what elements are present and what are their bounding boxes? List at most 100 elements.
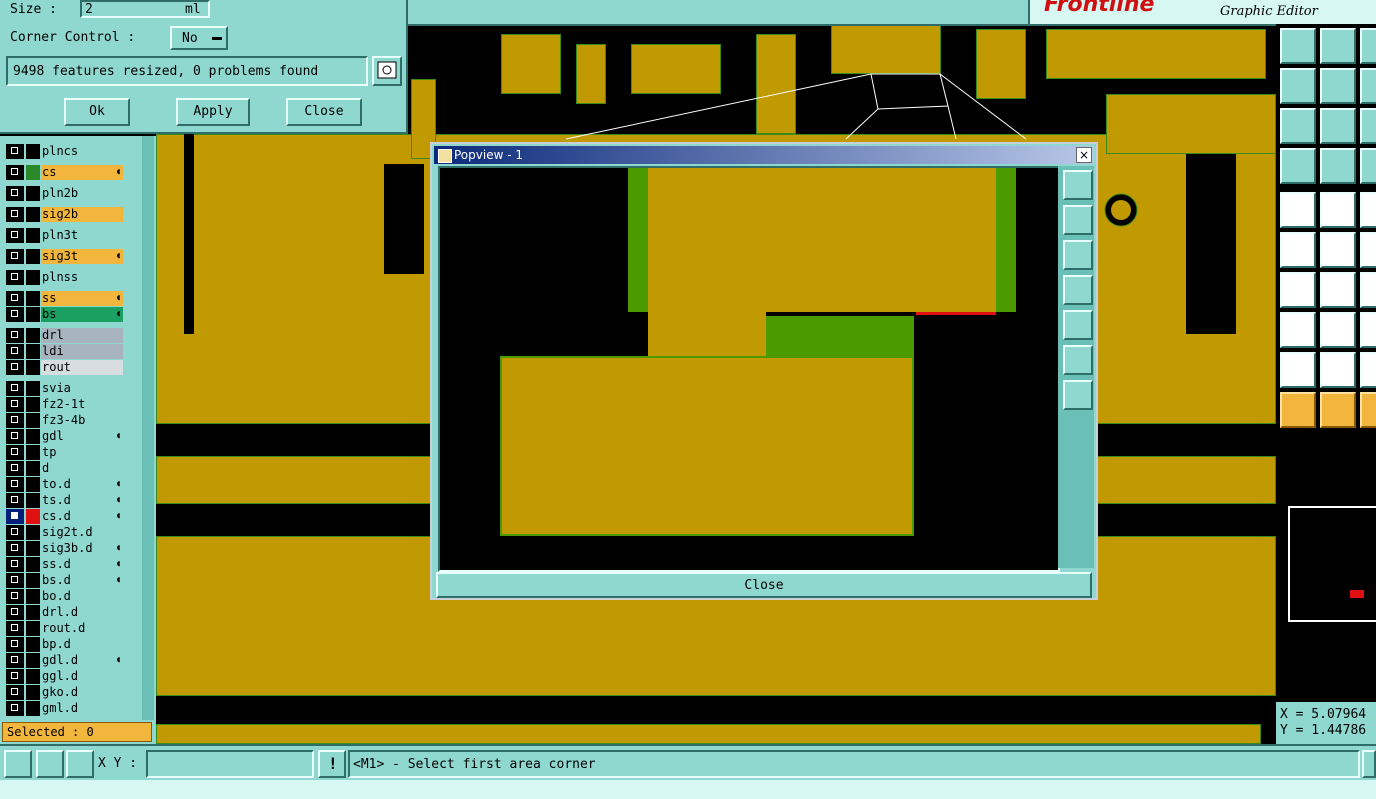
layer-color-swatch[interactable] xyxy=(26,621,40,636)
layer-color-swatch[interactable] xyxy=(26,144,40,159)
popview-close-button[interactable]: Close xyxy=(436,572,1092,598)
layer-checkbox[interactable] xyxy=(6,509,24,524)
layer-name[interactable]: ts.d ◖ xyxy=(41,493,123,508)
layer-checkbox[interactable] xyxy=(6,493,24,508)
pan-right-icon[interactable] xyxy=(1063,310,1093,340)
layer-color-swatch[interactable] xyxy=(26,701,40,716)
layer-name[interactable]: rout xyxy=(41,360,123,375)
octagon-icon[interactable] xyxy=(1360,352,1376,388)
layer-name[interactable]: gdl.d ◖ xyxy=(41,653,123,668)
layer-checkbox[interactable] xyxy=(6,637,24,652)
close-icon[interactable]: × xyxy=(1076,147,1092,163)
layer-checkbox[interactable] xyxy=(6,429,24,444)
layer-color-swatch[interactable] xyxy=(26,525,40,540)
layer-checkbox[interactable] xyxy=(6,669,24,684)
view-redo-icon[interactable] xyxy=(1360,68,1376,104)
delete-node-icon[interactable] xyxy=(1320,232,1356,268)
layer-checkbox[interactable] xyxy=(6,557,24,572)
popview-canvas[interactable] xyxy=(438,166,1060,572)
bracket-icon[interactable] xyxy=(1360,312,1376,348)
layer-color-swatch[interactable] xyxy=(26,270,40,285)
layer-checkbox[interactable] xyxy=(6,344,24,359)
layer-name[interactable]: sig2b xyxy=(41,207,123,222)
layer-name[interactable]: d xyxy=(41,461,123,476)
layer-color-swatch[interactable] xyxy=(26,653,40,668)
layer-name[interactable]: gdl ◖ xyxy=(41,429,123,444)
layer-color-swatch[interactable] xyxy=(26,291,40,306)
layer-name[interactable]: ggl.d xyxy=(41,669,123,684)
layer-color-swatch[interactable] xyxy=(26,429,40,444)
layer-checkbox[interactable] xyxy=(6,589,24,604)
view-third-icon[interactable] xyxy=(1360,28,1376,64)
shield-icon[interactable] xyxy=(1360,392,1376,428)
diag-line-icon[interactable] xyxy=(1320,272,1356,308)
layer-checkbox[interactable] xyxy=(6,228,24,243)
alert-icon[interactable]: ! xyxy=(318,750,346,778)
layer-checkbox[interactable] xyxy=(6,291,24,306)
layer-color-swatch[interactable] xyxy=(26,477,40,492)
layer-checkbox[interactable] xyxy=(6,360,24,375)
swap-icon[interactable] xyxy=(1280,312,1316,348)
layer-color-swatch[interactable] xyxy=(26,541,40,556)
report-icon[interactable] xyxy=(372,56,402,86)
layer-checkbox[interactable] xyxy=(6,328,24,343)
layer-color-swatch[interactable] xyxy=(26,207,40,222)
node-icon[interactable] xyxy=(1280,232,1316,268)
fit-all-icon[interactable] xyxy=(1280,108,1316,144)
layer-name[interactable]: gml.d xyxy=(41,701,123,716)
grid-icon[interactable] xyxy=(66,750,94,778)
select-pad-icon[interactable] xyxy=(1280,192,1316,228)
angle-line-icon[interactable] xyxy=(1280,272,1316,308)
corner-control-select[interactable]: No xyxy=(170,26,228,50)
triangle-icon[interactable] xyxy=(1280,352,1316,388)
xy-input[interactable] xyxy=(146,750,314,778)
layer-checkbox[interactable] xyxy=(6,541,24,556)
layer-name[interactable]: pln3t xyxy=(41,228,123,243)
layer-color-swatch[interactable] xyxy=(26,557,40,572)
layer-checkbox[interactable] xyxy=(6,461,24,476)
layer-name[interactable]: sig3t ◖ xyxy=(41,249,123,264)
layer-checkbox[interactable] xyxy=(6,186,24,201)
layer-checkbox[interactable] xyxy=(6,701,24,716)
layer-name[interactable]: cs ◖ xyxy=(41,165,123,180)
pan-up-icon[interactable] xyxy=(1063,205,1093,235)
layer-checkbox[interactable] xyxy=(6,685,24,700)
view-up-icon[interactable] xyxy=(1280,28,1316,64)
settings-icon[interactable] xyxy=(1280,148,1316,184)
layer-name[interactable]: to.d ◖ xyxy=(41,477,123,492)
layer-color-swatch[interactable] xyxy=(26,573,40,588)
layer-checkbox[interactable] xyxy=(6,270,24,285)
layer-color-swatch[interactable] xyxy=(26,344,40,359)
layer-name[interactable]: rout.d xyxy=(41,621,123,636)
split-icon[interactable] xyxy=(1360,232,1376,268)
view-right-icon[interactable] xyxy=(1320,68,1356,104)
popview-titlebar[interactable]: Popview - 1 × xyxy=(434,146,1094,164)
pan-left-icon[interactable] xyxy=(1063,275,1093,305)
zoom-out-icon[interactable] xyxy=(1063,380,1093,410)
layer-color-swatch[interactable] xyxy=(26,605,40,620)
layer-name[interactable]: ldi xyxy=(41,344,123,359)
view-down-icon[interactable] xyxy=(1320,28,1356,64)
layer-name[interactable]: sig3b.d ◖ xyxy=(41,541,123,556)
layer-checkbox[interactable] xyxy=(6,653,24,668)
layer-name[interactable]: fz3-4b xyxy=(41,413,123,428)
layer-name[interactable]: plncs xyxy=(41,144,123,159)
layer-name[interactable]: ss ◖ xyxy=(41,291,123,306)
layer-color-swatch[interactable] xyxy=(26,249,40,264)
layer-color-swatch[interactable] xyxy=(26,186,40,201)
select-pointer-icon[interactable] xyxy=(1320,392,1356,428)
layer-name[interactable]: fz2-1t xyxy=(41,397,123,412)
layer-color-swatch[interactable] xyxy=(26,413,40,428)
layer-checkbox[interactable] xyxy=(6,381,24,396)
layer-color-swatch[interactable] xyxy=(26,307,40,322)
layer-color-swatch[interactable] xyxy=(26,397,40,412)
layer-color-swatch[interactable] xyxy=(26,228,40,243)
help-button[interactable] xyxy=(1362,750,1376,778)
layer-color-swatch[interactable] xyxy=(26,493,40,508)
layer-checkbox[interactable] xyxy=(6,249,24,264)
layer-color-swatch[interactable] xyxy=(26,461,40,476)
zoom-in-icon[interactable] xyxy=(1063,345,1093,375)
layer-checkbox[interactable] xyxy=(6,445,24,460)
layer-name[interactable]: tp xyxy=(41,445,123,460)
layer-name[interactable]: svia xyxy=(41,381,123,396)
